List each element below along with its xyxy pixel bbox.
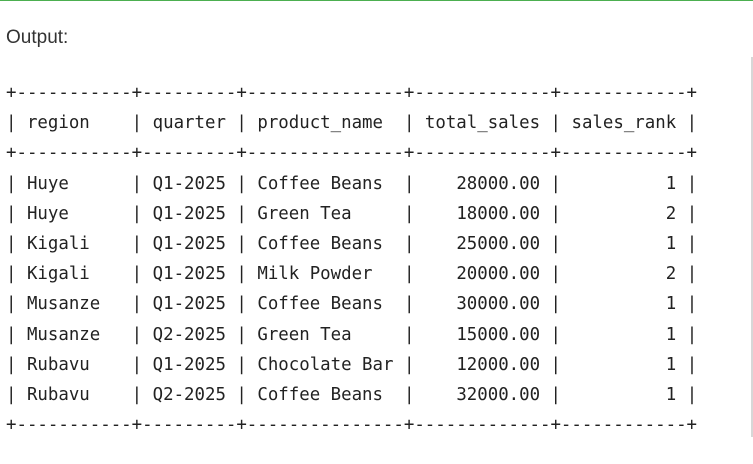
- table-border: +-----------+---------+---------------+-…: [6, 143, 698, 164]
- cell-sales-rank: 1: [665, 233, 677, 254]
- cell-total-sales: 25000.00: [456, 233, 541, 254]
- cell-region: Huye: [26, 203, 69, 224]
- cell-region: Kigali: [26, 264, 90, 285]
- cell-sales-rank: 2: [665, 264, 677, 285]
- cell-sales-rank: 1: [665, 294, 677, 315]
- cell-total-sales: 28000.00: [456, 173, 541, 194]
- cell-quarter: Q1-2025: [152, 294, 226, 315]
- cell-region: Musanze: [26, 324, 101, 345]
- cell-region: Kigali: [26, 233, 90, 254]
- cell-region: Rubavu: [26, 354, 90, 375]
- cell-quarter: Q1-2025: [152, 173, 226, 194]
- table-row: | Huye | Q1-2025 | Coffee Beans | 28000.…: [6, 173, 698, 194]
- table-row: | Musanze | Q2-2025 | Green Tea | 15000.…: [6, 324, 698, 345]
- column-header-total-sales: total_sales: [424, 113, 541, 134]
- table-border: +-----------+---------+---------------+-…: [6, 83, 698, 103]
- cell-total-sales: 15000.00: [456, 324, 541, 345]
- cell-region: Huye: [26, 173, 69, 194]
- cell-total-sales: 20000.00: [456, 264, 541, 285]
- cell-product-name: Coffee Beans: [257, 384, 383, 405]
- result-table: +-----------+---------+---------------+-…: [6, 78, 697, 440]
- table-header-row: | region | quarter | product_name | tota…: [6, 113, 698, 134]
- table-row: | Kigali | Q1-2025 | Milk Powder | 20000…: [6, 264, 698, 285]
- cell-sales-rank: 1: [665, 384, 677, 405]
- table-row: | Rubavu | Q1-2025 | Chocolate Bar | 120…: [6, 354, 698, 375]
- cell-quarter: Q2-2025: [152, 324, 226, 345]
- table-row: | Rubavu | Q2-2025 | Coffee Beans | 3200…: [6, 384, 698, 405]
- column-header-product-name: product_name: [257, 113, 383, 134]
- table-row: | Huye | Q1-2025 | Green Tea | 18000.00 …: [6, 203, 698, 224]
- cell-sales-rank: 2: [665, 203, 677, 224]
- cell-sales-rank: 1: [665, 324, 677, 345]
- cell-sales-rank: 1: [665, 173, 677, 194]
- cell-total-sales: 30000.00: [456, 294, 541, 315]
- cell-product-name: Green Tea: [257, 203, 352, 224]
- cell-product-name: Milk Powder: [257, 264, 373, 285]
- cell-product-name: Chocolate Bar: [257, 354, 394, 375]
- output-label: Output:: [6, 27, 69, 48]
- cell-product-name: Coffee Beans: [257, 233, 383, 254]
- cell-region: Rubavu: [26, 384, 90, 405]
- column-header-region: region: [26, 113, 90, 134]
- cell-product-name: Coffee Beans: [257, 173, 383, 194]
- cell-product-name: Coffee Beans: [257, 294, 383, 315]
- cell-total-sales: 12000.00: [456, 354, 541, 375]
- cell-quarter: Q1-2025: [152, 203, 226, 224]
- cell-region: Musanze: [26, 294, 101, 315]
- cell-total-sales: 18000.00: [456, 203, 541, 224]
- table-row: | Musanze | Q1-2025 | Coffee Beans | 300…: [6, 294, 698, 315]
- cell-total-sales: 32000.00: [456, 384, 541, 405]
- column-header-sales-rank: sales_rank: [571, 113, 677, 134]
- output-panel: Output: +-----------+---------+---------…: [0, 0, 753, 464]
- cell-sales-rank: 1: [665, 354, 677, 375]
- cell-product-name: Green Tea: [257, 324, 352, 345]
- column-header-quarter: quarter: [152, 113, 226, 134]
- cell-quarter: Q2-2025: [152, 384, 226, 405]
- cell-quarter: Q1-2025: [152, 264, 226, 285]
- cell-quarter: Q1-2025: [152, 233, 226, 254]
- table-border: +-----------+---------+---------------+-…: [6, 415, 698, 436]
- table-row: | Kigali | Q1-2025 | Coffee Beans | 2500…: [6, 233, 698, 254]
- cell-quarter: Q1-2025: [152, 354, 226, 375]
